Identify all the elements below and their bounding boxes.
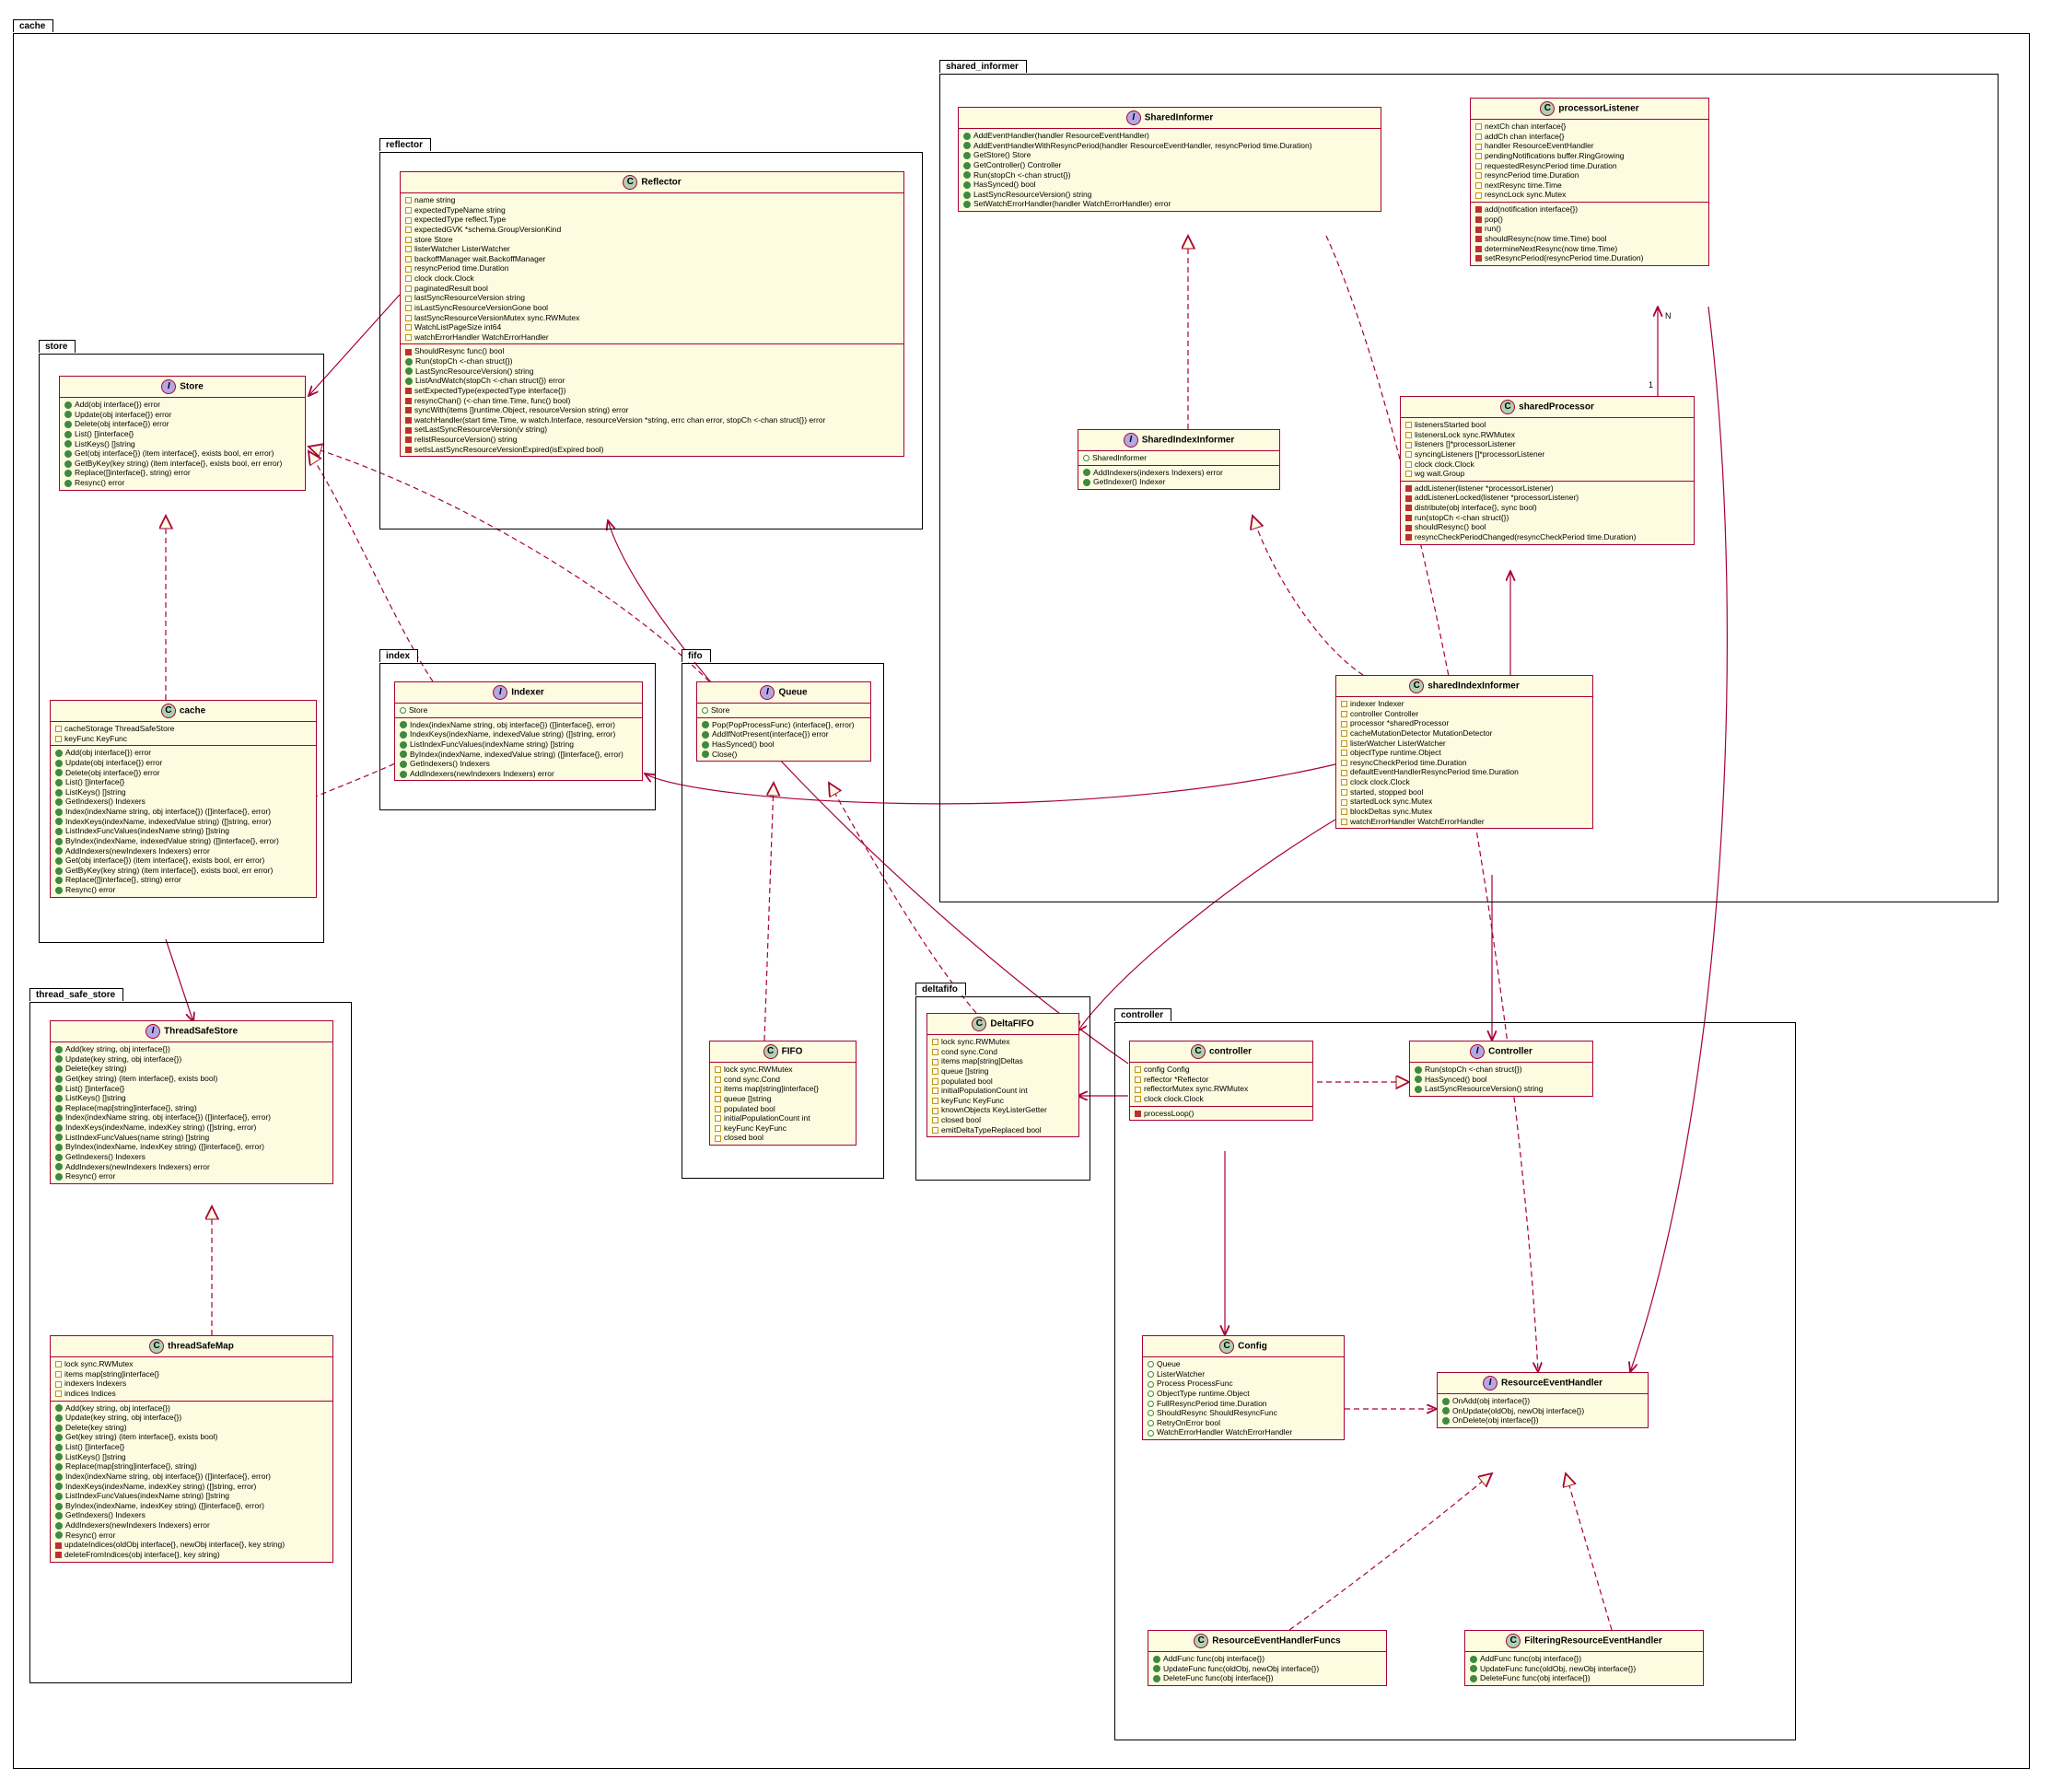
class-threadSafeMap: CthreadSafeMap lock sync.RWMutexitems ma… — [50, 1335, 333, 1563]
package-index-label: index — [379, 649, 418, 662]
class-title: ResourceEventHandlerFuncs — [1212, 1636, 1341, 1647]
class-title: DeltaFIFO — [990, 1019, 1033, 1030]
badge-class: C — [161, 704, 176, 718]
class-title: processorListener — [1558, 104, 1638, 114]
package-tss-label: thread_safe_store — [29, 988, 123, 1001]
class-title: controller — [1209, 1047, 1252, 1057]
class-title: sharedProcessor — [1519, 402, 1594, 413]
class-ResourceEventHandlerFuncs: CResourceEventHandlerFuncs AddFunc func(… — [1148, 1630, 1387, 1686]
package-deltafifo-label: deltafifo — [915, 983, 966, 995]
package-si-label: shared_informer — [939, 60, 1027, 73]
package-cache-label: cache — [13, 19, 53, 32]
class-cache: Ccache cacheStorage ThreadSafeStorekeyFu… — [50, 700, 317, 898]
class-Reflector: CReflector name stringexpectedTypeName s… — [400, 171, 904, 457]
class-title: ThreadSafeStore — [164, 1027, 238, 1037]
class-processorListener: CprocessorListener nextCh chan interface… — [1470, 98, 1709, 266]
class-Queue: IQueue Store Pop(PopProcessFunc) (interf… — [696, 681, 871, 762]
class-ThreadSafeStore: IThreadSafeStore Add(key string, obj int… — [50, 1020, 333, 1184]
class-Config: CConfig QueueListerWatcherProcess Proces… — [1142, 1335, 1345, 1440]
class-DeltaFIFO: CDeltaFIFO lock sync.RWMutexcond sync.Co… — [926, 1013, 1079, 1137]
badge-interface: I — [161, 379, 176, 394]
class-title: SharedInformer — [1145, 113, 1213, 123]
class-title: Store — [180, 382, 204, 392]
class-FIFO: CFIFO lock sync.RWMutexcond sync.Condite… — [709, 1041, 857, 1146]
class-title: SharedIndexInformer — [1142, 436, 1235, 446]
class-sharedProcessor: CsharedProcessor listenersStarted boolli… — [1400, 396, 1695, 545]
package-fifo-label: fifo — [682, 649, 711, 662]
package-controller-label: controller — [1114, 1008, 1171, 1021]
class-Indexer: IIndexer Store Index(indexName string, o… — [394, 681, 643, 781]
class-controller: Ccontroller config Configreflector *Refl… — [1129, 1041, 1313, 1121]
class-Store: I Store Add(obj interface{}) errorUpdate(… — [59, 376, 306, 491]
class-title: FilteringResourceEventHandler — [1524, 1636, 1661, 1647]
class-title: ResourceEventHandler — [1501, 1379, 1602, 1389]
class-SharedInformer: ISharedInformer AddEventHandler(handler … — [958, 107, 1381, 212]
package-reflector-label: reflector — [379, 138, 431, 151]
class-title: Controller — [1488, 1047, 1532, 1057]
package-store-label: store — [39, 340, 76, 353]
class-ResourceEventHandler: IResourceEventHandler OnAdd(obj interfac… — [1437, 1372, 1649, 1428]
class-title: threadSafeMap — [168, 1342, 234, 1352]
methods: Add(obj interface{}) errorUpdate(obj int… — [60, 398, 305, 490]
class-title: Reflector — [641, 178, 681, 188]
class-Controller: IController Run(stopCh <-chan struct{})H… — [1409, 1041, 1593, 1097]
uml-canvas: 1 N cache store IStore Add(obj interface… — [0, 0, 2051, 1792]
class-title: Queue — [778, 688, 807, 698]
class-FilteringResourceEventHandler: CFilteringResourceEventHandler AddFunc f… — [1464, 1630, 1704, 1686]
class-title: Indexer — [511, 688, 544, 698]
class-SharedIndexInformer: ISharedIndexInformer SharedInformer AddI… — [1078, 429, 1280, 490]
class-title: FIFO — [782, 1047, 803, 1057]
class-title: cache — [180, 706, 205, 716]
class-title: sharedIndexInformer — [1428, 681, 1519, 692]
class-sharedIndexInformer: CsharedIndexInformer indexer Indexercont… — [1335, 675, 1593, 829]
class-title: Config — [1238, 1342, 1267, 1352]
